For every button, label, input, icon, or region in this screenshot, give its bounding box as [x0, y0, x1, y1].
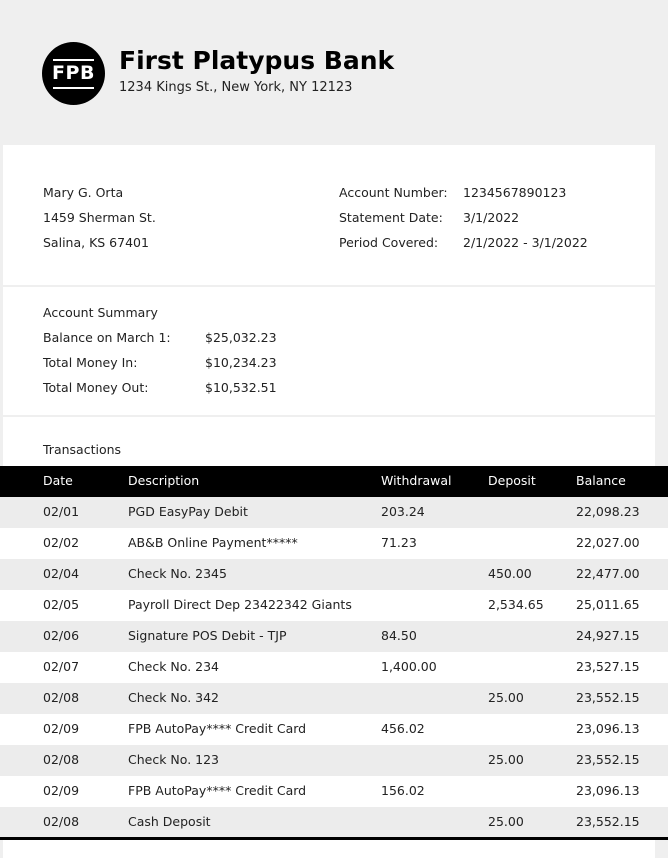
logo-bottom-line — [53, 87, 94, 89]
table-bottom-rule — [0, 837, 668, 840]
cell-deposit: 2,534.65 — [488, 597, 544, 612]
logo-text: FPB — [52, 62, 95, 84]
summary-value: $25,032.23 — [205, 330, 277, 345]
table-row: 02/09 FPB AutoPay**** Credit Card 456.02 23… — [0, 714, 668, 745]
statement-date-label: Statement Date: — [339, 210, 443, 225]
cell-description: AB&B Online Payment***** — [128, 535, 298, 550]
statement-date: 3/1/2022 — [463, 210, 520, 225]
column-header-description: Description — [128, 473, 200, 488]
bank-address: 1234 Kings St., New York, NY 12123 — [119, 80, 353, 95]
customer-name: Mary G. Orta — [43, 185, 124, 200]
logo-top-line — [53, 59, 94, 61]
cell-deposit: 25.00 — [488, 690, 524, 705]
cell-balance: 23,552.15 — [576, 752, 640, 767]
cell-date: 02/01 — [43, 504, 80, 519]
cell-date: 02/08 — [43, 814, 80, 829]
summary-label: Total Money In: — [43, 355, 138, 370]
summary-label: Total Money Out: — [43, 380, 149, 395]
cell-withdrawal: 84.50 — [381, 628, 417, 643]
cell-balance: 23,552.15 — [576, 690, 640, 705]
transactions-title: Transactions — [43, 442, 122, 457]
summary-value: $10,234.23 — [205, 355, 277, 370]
cell-deposit: 450.00 — [488, 566, 532, 581]
cell-description: Check No. 234 — [128, 659, 220, 674]
customer-city: Salina, KS 67401 — [43, 235, 149, 250]
account-number: 1234567890123 — [463, 185, 567, 200]
cell-description: FPB AutoPay**** Credit Card — [128, 721, 307, 736]
column-header-date: Date — [43, 473, 73, 488]
cell-date: 02/04 — [43, 566, 80, 581]
table-row: 02/06 Signature POS Debit - TJP 84.50 24,92… — [0, 621, 668, 652]
table-row: 02/08 Check No. 342 25.00 23,552.15 — [0, 683, 668, 714]
cell-date: 02/09 — [43, 783, 80, 798]
cell-balance: 23,096.13 — [576, 783, 640, 798]
cell-description: Signature POS Debit - TJP — [128, 628, 287, 643]
cell-withdrawal: 71.23 — [381, 535, 417, 550]
cell-description: Cash Deposit — [128, 814, 211, 829]
cell-description: Check No. 123 — [128, 752, 220, 767]
account-number-label: Account Number: — [339, 185, 448, 200]
table-row: 02/07 Check No. 234 1,400.00 23,527.15 — [0, 652, 668, 683]
table-row: 02/09 FPB AutoPay**** Credit Card 156.02 23… — [0, 776, 668, 807]
column-header-withdrawal: Withdrawal — [381, 473, 452, 488]
statement-header: FPB First Platypus Bank 1234 Kings St., … — [0, 0, 668, 145]
cell-balance: 23,552.15 — [576, 814, 640, 829]
cell-date: 02/08 — [43, 752, 80, 767]
cell-balance: 25,011.65 — [576, 597, 640, 612]
cell-balance: 22,027.00 — [576, 535, 640, 550]
period-covered: 2/1/2022 - 3/1/2022 — [463, 235, 588, 250]
cell-deposit: 25.00 — [488, 752, 524, 767]
cell-description: FPB AutoPay**** Credit Card — [128, 783, 307, 798]
cell-date: 02/07 — [43, 659, 80, 674]
cell-date: 02/05 — [43, 597, 80, 612]
cell-description: Payroll Direct Dep 23422342 Giants — [128, 597, 352, 612]
cell-balance: 22,098.23 — [576, 504, 640, 519]
cell-withdrawal: 1,400.00 — [381, 659, 437, 674]
table-row: 02/02 AB&B Online Payment***** 71.23 22,027… — [0, 528, 668, 559]
cell-balance: 23,096.13 — [576, 721, 640, 736]
cell-withdrawal: 156.02 — [381, 783, 425, 798]
table-row: 02/05 Payroll Direct Dep 23422342 Giants 2… — [0, 590, 668, 621]
period-covered-label: Period Covered: — [339, 235, 439, 250]
table-row: 02/08 Cash Deposit 25.00 23,552.15 — [0, 807, 668, 838]
cell-date: 02/02 — [43, 535, 80, 550]
cell-description: Check No. 342 — [128, 690, 220, 705]
table-row: 02/04 Check No. 2345 450.00 22,477.00 — [0, 559, 668, 590]
table-row: 02/08 Check No. 123 25.00 23,552.15 — [0, 745, 668, 776]
summary-label: Balance on March 1: — [43, 330, 171, 345]
cell-balance: 24,927.15 — [576, 628, 640, 643]
customer-street: 1459 Sherman St. — [43, 210, 156, 225]
transactions-table-header: Date Description Withdrawal Deposit Bala… — [0, 466, 668, 497]
cell-balance: 23,527.15 — [576, 659, 640, 674]
column-header-deposit: Deposit — [488, 473, 536, 488]
bank-logo: FPB — [42, 42, 105, 105]
cell-date: 02/09 — [43, 721, 80, 736]
bank-name: First Platypus Bank — [119, 46, 395, 75]
column-header-balance: Balance — [576, 473, 626, 488]
cell-description: PGD EasyPay Debit — [128, 504, 248, 519]
summary-title: Account Summary — [43, 305, 158, 320]
cell-withdrawal: 203.24 — [381, 504, 425, 519]
cell-date: 02/06 — [43, 628, 80, 643]
cell-date: 02/08 — [43, 690, 80, 705]
summary-value: $10,532.51 — [205, 380, 277, 395]
cell-balance: 22,477.00 — [576, 566, 640, 581]
cell-deposit: 25.00 — [488, 814, 524, 829]
table-row: 02/01 PGD EasyPay Debit 203.24 22,098.23 — [0, 497, 668, 528]
cell-withdrawal: 456.02 — [381, 721, 425, 736]
cell-description: Check No. 2345 — [128, 566, 227, 581]
